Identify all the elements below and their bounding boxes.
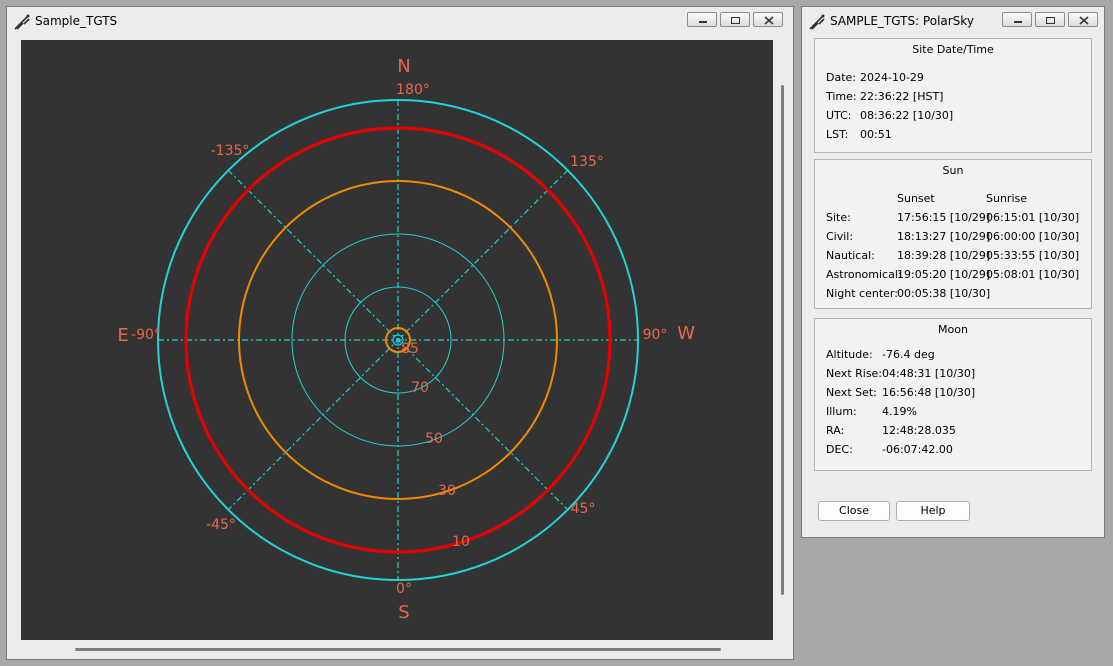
- azimuth-label: 45°: [571, 501, 596, 517]
- moon-row-value: 16:56:48 [10/30]: [882, 386, 976, 399]
- maximize-button[interactable]: [1035, 12, 1065, 27]
- utc-value: 08:36:22 [10/30]: [860, 109, 954, 122]
- azimuth-label: -90°: [131, 327, 161, 343]
- moon-row-label: RA:: [826, 424, 845, 437]
- sunset-value: 17:56:15 [10/29]: [897, 211, 991, 224]
- moon-row-label: DEC:: [826, 443, 853, 456]
- sun-row-label: Nautical:: [826, 249, 875, 262]
- compass-north: N: [397, 56, 410, 77]
- moon-row-value: 12:48:28.035: [882, 424, 956, 437]
- maximize-icon: [1046, 17, 1055, 24]
- compass-west: W: [677, 323, 695, 344]
- compass-south: S: [398, 602, 409, 623]
- moon-row-value: 4.19%: [882, 405, 917, 418]
- polarsky-window: SAMPLE_TGTS: PolarSky Site Date/Time Dat…: [801, 6, 1105, 538]
- polar-plot-canvas: N S E W 180° 135° -135° 90° -90° 45° -45…: [117, 56, 695, 623]
- sun-row-label: Astronomical:: [826, 268, 902, 281]
- sun-group: Sun Sunset Sunrise Site: 17:56:15 [10/29…: [814, 159, 1092, 309]
- main-window: Sample_TGTS N S E W 180° 135° -135° 90° …: [6, 6, 794, 660]
- moon-row-label: Altitude:: [826, 348, 873, 361]
- polarsky-window-title: SAMPLE_TGTS: PolarSky: [830, 14, 974, 28]
- close-icon: [1079, 16, 1089, 25]
- sunset-value: 18:39:28 [10/29]: [897, 249, 991, 262]
- azimuth-label: 135°: [570, 154, 604, 170]
- sunrise-column-header: Sunrise: [986, 192, 1028, 205]
- moon-row-value: -76.4 deg: [882, 348, 935, 361]
- group-heading: Moon: [938, 323, 968, 336]
- sun-row-label: Site:: [826, 211, 851, 224]
- moon-row-label: Illum:: [826, 405, 857, 418]
- minimize-icon: [699, 21, 707, 23]
- sunrise-value: 06:00:00 [10/30]: [986, 230, 1080, 243]
- group-heading: Site Date/Time: [912, 43, 994, 56]
- sunset-value: 19:05:20 [10/29]: [897, 268, 991, 281]
- maximize-button[interactable]: [720, 12, 750, 27]
- azimuth-label: 0°: [396, 581, 412, 597]
- help-button[interactable]: Help: [896, 501, 970, 521]
- maximize-icon: [731, 17, 740, 24]
- utc-label: UTC:: [826, 109, 852, 122]
- night-center-label: Night center:: [826, 287, 898, 300]
- telescope-app-icon: [809, 14, 825, 30]
- close-window-button[interactable]: [1068, 12, 1098, 27]
- site-datetime-group: Site Date/Time Date: 2024-10-29 Time: 22…: [814, 38, 1092, 153]
- minimize-icon: [1014, 21, 1022, 23]
- sunrise-value: 05:08:01 [10/30]: [986, 268, 1080, 281]
- close-window-button[interactable]: [753, 12, 783, 27]
- azimuth-label: -45°: [206, 517, 236, 533]
- azimuth-label: -135°: [211, 143, 250, 159]
- group-heading: Sun: [942, 164, 964, 177]
- altitude-label: 85: [401, 341, 419, 357]
- close-button[interactable]: Close: [818, 501, 890, 521]
- lst-label: LST:: [826, 128, 849, 141]
- azimuth-label: 90°: [643, 327, 668, 343]
- date-value: 2024-10-29: [860, 71, 924, 84]
- sunrise-value: 06:15:01 [10/30]: [986, 211, 1080, 224]
- minimize-button[interactable]: [1002, 12, 1032, 27]
- altitude-label: 70: [411, 380, 429, 396]
- main-window-title: Sample_TGTS: [35, 14, 118, 28]
- moon-row-label: Next Set:: [826, 386, 877, 399]
- polarsky-titlebar[interactable]: SAMPLE_TGTS: PolarSky: [802, 7, 1104, 35]
- sunset-column-header: Sunset: [897, 192, 935, 205]
- sun-row-label: Civil:: [826, 230, 854, 243]
- night-center-value: 00:05:38 [10/30]: [897, 287, 991, 300]
- date-label: Date:: [826, 71, 856, 84]
- time-value: 22:36:22 [HST]: [860, 90, 944, 103]
- main-titlebar[interactable]: Sample_TGTS: [7, 7, 793, 35]
- moon-row-label: Next Rise:: [826, 367, 883, 380]
- altitude-label: 10: [452, 534, 470, 550]
- lst-value: 00:51: [860, 128, 892, 141]
- sunset-value: 18:13:27 [10/29]: [897, 230, 991, 243]
- moon-row-value: 04:48:31 [10/30]: [882, 367, 976, 380]
- time-label: Time:: [826, 90, 857, 103]
- altitude-label: 50: [425, 431, 443, 447]
- minimize-button[interactable]: [687, 12, 717, 27]
- polar-sky-plot[interactable]: N S E W 180° 135° -135° 90° -90° 45° -45…: [21, 40, 773, 640]
- horizontal-scrollbar[interactable]: [75, 648, 721, 651]
- close-icon: [764, 16, 774, 25]
- azimuth-label: 180°: [396, 82, 430, 98]
- altitude-label: 30: [438, 483, 456, 499]
- compass-east: E: [117, 325, 128, 346]
- moon-row-value: -06:07:42.00: [882, 443, 953, 456]
- vertical-scrollbar[interactable]: [781, 85, 784, 595]
- sunrise-value: 05:33:55 [10/30]: [986, 249, 1080, 262]
- telescope-app-icon: [14, 14, 30, 30]
- moon-group: Moon Altitude: -76.4 deg Next Rise: 04:4…: [814, 318, 1092, 471]
